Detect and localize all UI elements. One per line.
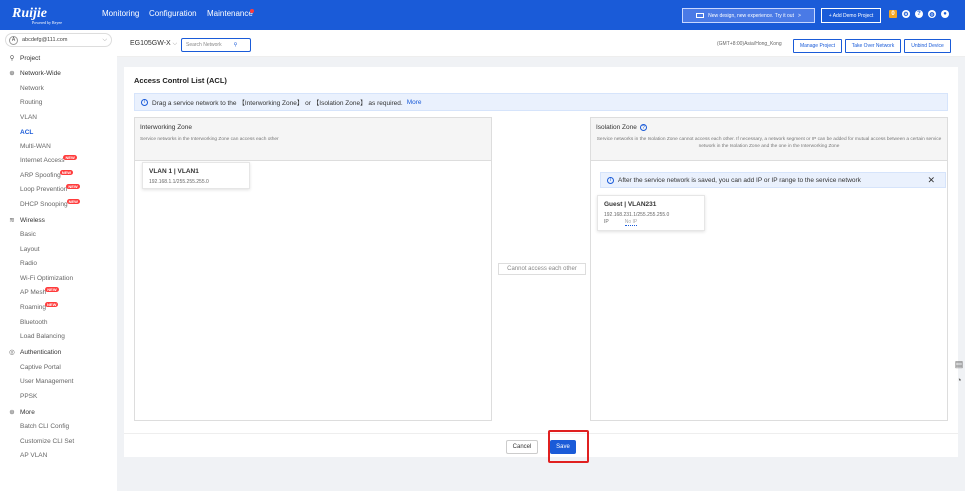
new-badge: NEW <box>66 199 80 204</box>
add-ip-field[interactable]: No IP <box>624 219 638 226</box>
sidebar-item-basic[interactable]: Basic <box>20 231 36 238</box>
help-icon[interactable]: ? <box>915 10 923 18</box>
device-bar: EG105GW-X ⌵ Search Network ⚲ (GMT+8:00)A… <box>117 30 965 57</box>
isolation-zone-title: Isolation Zone <box>596 124 637 131</box>
settings-icon[interactable]: ⚙ <box>902 10 910 18</box>
nav-monitoring[interactable]: Monitoring <box>102 9 139 18</box>
more-link[interactable]: More <box>407 99 422 106</box>
new-badge: NEW <box>45 287 59 292</box>
nav-configuration[interactable]: Configuration <box>149 9 197 18</box>
info-icon: i <box>607 176 614 184</box>
interworking-zone-title: Interworking Zone <box>140 124 193 131</box>
support-icon[interactable]: ◔ <box>953 374 965 386</box>
sidebar-group-wireless[interactable]: ≋ Wireless <box>8 216 45 225</box>
help-icon[interactable]: ? <box>639 124 647 131</box>
isolation-zone-header: Isolation Zone? Service networks in the … <box>591 118 947 161</box>
new-badge: NEW <box>66 184 80 189</box>
sidebar-item-multi-wan[interactable]: Multi-WAN <box>20 143 51 150</box>
new-badge: NEW <box>63 155 77 160</box>
brand-logo[interactable]: Ruijie Powered by Reyee <box>12 6 62 25</box>
sidebar-item-batch-cli-config[interactable]: Batch CLI Config <box>20 423 69 430</box>
sidebar-item-routing[interactable]: Routing <box>20 99 42 106</box>
isolation-zone-desc: Service networks in the Isolation Zone c… <box>596 137 942 149</box>
feedback-icon[interactable]: ▤ <box>953 358 965 370</box>
take-over-network-button[interactable]: Take Over Network <box>845 39 901 53</box>
interworking-zone[interactable]: Interworking Zone Service networks in th… <box>134 117 492 421</box>
avatar-icon: A <box>9 35 18 45</box>
footer-actions: Cancel Save <box>124 433 958 457</box>
sidebar-item-radio[interactable]: Radio <box>20 260 37 267</box>
screen-icon <box>696 13 705 18</box>
sidebar-item-bluetooth[interactable]: Bluetooth <box>20 319 47 326</box>
user-icon[interactable]: ● <box>941 10 949 18</box>
guest-vlan231-card[interactable]: Guest | VLAN231 192.168.231.1/255.255.25… <box>597 195 705 231</box>
sidebar-item-user-management[interactable]: User Management <box>20 378 73 385</box>
save-notice: i After the service network is saved, yo… <box>600 172 946 188</box>
sidebar-item-loop-prevention[interactable]: Loop PreventionNEW <box>20 184 80 193</box>
chevron-down-icon: ⌵ <box>172 41 178 47</box>
notification-dot <box>250 9 254 13</box>
top-bar: Ruijie Powered by Reyee Monitoring Config… <box>0 0 965 30</box>
sidebar-item-roaming[interactable]: RoamingNEW <box>20 302 59 311</box>
sidebar-project[interactable]: ⚲ Project <box>8 54 41 63</box>
sidebar-item-wifi-optimization[interactable]: Wi-Fi Optimization <box>20 275 73 282</box>
device-selector[interactable]: EG105GW-X ⌵ <box>130 40 177 48</box>
cancel-button[interactable]: Cancel <box>506 440 538 454</box>
search-network-input[interactable]: Search Network ⚲ <box>181 38 251 52</box>
shield-icon: ◎ <box>9 349 15 356</box>
unbind-device-button[interactable]: Unbind Device <box>904 39 951 53</box>
sidebar-item-layout[interactable]: Layout <box>20 246 40 253</box>
search-icon: ⚲ <box>233 42 238 48</box>
globe-icon: ⊕ <box>9 70 15 77</box>
more-icon: ⊛ <box>9 409 15 416</box>
sidebar-item-load-balancing[interactable]: Load Balancing <box>20 333 65 340</box>
user-selector[interactable]: A abcdefg@111.com ⌵ <box>5 33 112 47</box>
sidebar: A abcdefg@111.com ⌵ ⚲ Project ⊕ Network-Wi… <box>0 30 117 491</box>
sidebar-group-authentication[interactable]: ◎ Authentication <box>8 348 61 357</box>
sidebar-item-vlan[interactable]: VLAN <box>20 114 37 121</box>
close-icon[interactable]: ✕ <box>927 175 935 186</box>
sidebar-item-captive-portal[interactable]: Captive Portal <box>20 364 61 371</box>
page-title: Access Control List (ACL) <box>134 76 227 85</box>
project-icon: ⚲ <box>9 55 15 62</box>
sidebar-group-network-wide[interactable]: ⊕ Network-Wide <box>8 69 61 78</box>
wifi-icon: ≋ <box>9 217 15 224</box>
globe-icon[interactable]: ◍ <box>928 10 936 18</box>
alarm-icon[interactable]: 0 <box>889 10 897 18</box>
acl-panel: Access Control List (ACL) i Drag a servi… <box>124 67 958 457</box>
interworking-zone-header: Interworking Zone Service networks in th… <box>135 118 491 161</box>
sidebar-item-network[interactable]: Network <box>20 85 44 92</box>
chevron-down-icon: ⌵ <box>102 36 107 43</box>
sidebar-item-ppsk[interactable]: PPSK <box>20 393 37 400</box>
manage-project-button[interactable]: Manage Project <box>793 39 842 53</box>
sidebar-item-arp-spoofing[interactable]: ARP SpoofingNEW <box>20 170 74 179</box>
sidebar-item-customize-cli-set[interactable]: Customize CLI Set <box>20 438 74 445</box>
info-icon: i <box>141 98 148 106</box>
sidebar-item-internet-access[interactable]: Internet AccessNEW <box>20 155 77 164</box>
interworking-zone-desc: Service networks in the Interworking Zon… <box>140 137 279 142</box>
nav-maintenance[interactable]: Maintenance <box>207 9 253 18</box>
sidebar-item-dhcp-snooping[interactable]: DHCP SnoopingNEW <box>20 199 80 208</box>
isolation-zone[interactable]: Isolation Zone? Service networks in the … <box>590 117 948 421</box>
new-badge: NEW <box>59 170 74 175</box>
new-badge: NEW <box>45 302 59 307</box>
sidebar-group-more[interactable]: ⊛ More <box>8 408 35 417</box>
info-bar: i Drag a service network to the 【Interwo… <box>134 93 948 111</box>
sidebar-item-ap-mesh[interactable]: AP MeshNEW <box>20 287 59 296</box>
sidebar-item-ap-vlan[interactable]: AP VLAN <box>20 452 47 459</box>
vlan1-card[interactable]: VLAN 1 | VLAN1 192.168.1.1/255.255.255.0 <box>142 162 250 189</box>
new-design-banner[interactable]: New design, new experience. Try it out > <box>682 8 815 23</box>
sidebar-item-acl[interactable]: ACL <box>20 129 33 136</box>
save-highlight-box <box>548 430 589 463</box>
add-demo-project-button[interactable]: + Add Demo Project <box>821 8 881 23</box>
timezone-label: (GMT+8:00)Asia/Hong_Kong <box>717 41 782 47</box>
cannot-access-label: Cannot access each other <box>498 263 586 275</box>
